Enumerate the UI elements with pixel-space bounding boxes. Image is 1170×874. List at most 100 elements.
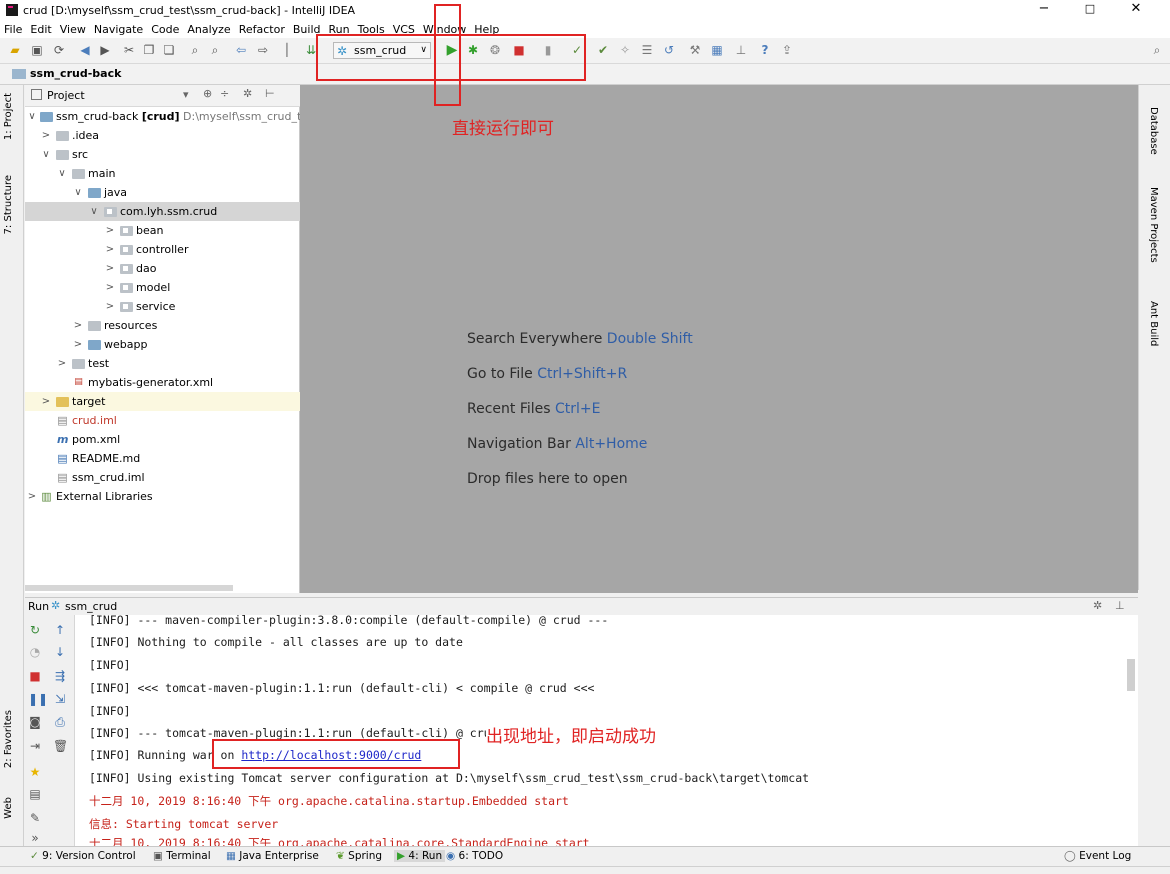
menu-navigate[interactable]: Navigate [94,23,143,36]
tree-item-idea[interactable]: > .idea [25,126,300,145]
collapse-all-icon[interactable]: ÷ [220,87,229,100]
package-icon [120,264,133,274]
favorites-star-icon[interactable]: ★ [28,765,42,779]
menu-file[interactable]: File [4,23,22,36]
vcs-history-icon[interactable]: ☰ [640,43,654,57]
vcs-compare-icon[interactable]: ✧ [618,43,632,57]
scroll-to-end-icon[interactable]: ⇲ [53,692,67,706]
horizontal-scrollbar[interactable] [25,585,233,591]
menu-edit[interactable]: Edit [30,23,51,36]
pin-icon[interactable]: ✎ [28,811,42,825]
sdk-icon[interactable]: ⊥ [734,43,748,57]
tree-item-ssm-crud-iml[interactable]: ▤ ssm_crud.iml [25,468,300,487]
console-scrollbar-thumb[interactable] [1127,659,1135,691]
layout-icon[interactable]: ▤ [28,787,42,801]
tab-web[interactable]: Web [3,797,14,819]
project-structure-icon[interactable]: ⚒ [688,43,702,57]
tree-item-crud-iml[interactable]: ▤ crud.iml [25,411,300,430]
tab-version-control[interactable]: ✓ 9: Version Control [30,850,136,862]
tab-structure[interactable]: 7: Structure [3,175,14,234]
tree-item-package-selected[interactable]: ∨ com.lyh.ssm.crud [25,202,300,221]
menu-analyze[interactable]: Analyze [187,23,230,36]
save-icon[interactable]: ▣ [30,43,44,57]
tree-item-dao[interactable]: > dao [25,259,300,278]
maximize-button[interactable]: □ [1072,0,1108,20]
pause-icon[interactable]: ❚❚ [28,692,48,706]
tree-label: External Libraries [56,490,153,503]
close-button[interactable]: ✕ [1118,0,1154,20]
tab-todo[interactable]: ◉ 6: TODO [446,850,503,862]
navigate-back-icon[interactable]: ⇦ [234,43,248,57]
tree-item-pom[interactable]: m pom.xml [25,430,300,449]
rerun-icon[interactable]: ↻ [28,623,42,637]
scroll-from-source-icon[interactable]: ⊕ [203,87,212,100]
tab-database[interactable]: Database [1148,107,1159,155]
menu-view[interactable]: View [60,23,86,36]
vcs-commit-icon[interactable]: ✔ [596,43,610,57]
navigate-forward-icon[interactable]: ⇨ [256,43,270,57]
forward-icon[interactable]: ▶ [98,43,112,57]
tab-favorites[interactable]: 2: Favorites [3,710,14,768]
pause-output-icon[interactable]: ◔ [28,645,42,659]
hide-icon[interactable]: ⊢ [265,87,275,100]
tree-item-main[interactable]: ∨ main [25,164,300,183]
tree-item-bean[interactable]: > bean [25,221,300,240]
tab-terminal[interactable]: ▣ Terminal [153,850,211,862]
tree-item-target[interactable]: > target [25,392,300,411]
tab-ant-build[interactable]: Ant Build [1148,301,1159,346]
dropdown-icon[interactable]: ▾ [183,88,189,101]
soft-wrap-icon[interactable]: ⇶ [53,669,67,683]
back-icon[interactable]: ◀ [78,43,92,57]
run-tab-config[interactable]: ssm_crud [65,600,117,613]
tree-item-mybatis-generator[interactable]: ▤ mybatis-generator.xml [25,373,300,392]
tree-item-model[interactable]: > model [25,278,300,297]
gear-icon[interactable]: ✲ [243,87,252,100]
hint-text: Go to File [467,366,533,382]
hide-panel-icon[interactable]: ⊥ [1115,599,1125,612]
sync-icon[interactable]: ⟳ [52,43,66,57]
tab-java-enterprise[interactable]: ▦ Java Enterprise [226,850,319,862]
tree-item-test[interactable]: > test [25,354,300,373]
tree-item-resources[interactable]: > resources [25,316,300,335]
event-log-button[interactable]: ◯ Event Log [1064,850,1131,862]
copy-icon[interactable]: ❐ [142,43,156,57]
tree-item-external-libraries[interactable]: > ▥ External Libraries [25,487,300,506]
settings-icon[interactable]: ▦ [710,43,724,57]
replace-icon[interactable]: ⌕ [208,43,222,57]
tree-item-src[interactable]: ∨ src [25,145,300,164]
tab-spring[interactable]: ❦ Spring [336,850,382,862]
find-icon[interactable]: ⌕ [188,43,202,57]
print-icon[interactable]: ⎙ [53,715,67,729]
help-icon[interactable]: ? [758,43,772,57]
clear-all-icon[interactable]: 🗑 [53,739,68,753]
revert-icon[interactable]: ↺ [662,43,676,57]
tree-item-readme[interactable]: ▤ README.md [25,449,300,468]
down-arrow-icon[interactable]: ↓ [53,645,67,659]
up-arrow-icon[interactable]: ↑ [53,623,67,637]
project-view-select[interactable]: Project [47,89,85,102]
cut-icon[interactable]: ✂ [122,43,136,57]
tree-item-controller[interactable]: > controller [25,240,300,259]
tab-project[interactable]: 1: Project [3,93,14,140]
minimize-button[interactable]: − [1026,0,1062,20]
breadcrumb-project[interactable]: ssm_crud-back [12,67,121,80]
xml-file-icon: ▤ [74,377,83,387]
exit-icon[interactable]: ⇥ [28,739,42,753]
gear-icon[interactable]: ✲ [1093,599,1102,612]
tree-item-service[interactable]: > service [25,297,300,316]
tree-item-webapp[interactable]: > webapp [25,335,300,354]
menu-refactor[interactable]: Refactor [239,23,285,36]
menu-code[interactable]: Code [151,23,179,36]
tree-item-java[interactable]: ∨ java [25,183,300,202]
stop-icon[interactable]: ■ [28,669,42,683]
tree-item-root[interactable]: ∨ ssm_crud-back [crud] D:\myself\ssm_cru… [25,107,300,126]
tab-run[interactable]: ▶ 4: Run [394,850,446,862]
expand-icon[interactable]: » [28,831,42,845]
paste-icon[interactable]: ❏ [162,43,176,57]
search-icon[interactable]: ⌕ [1150,43,1164,57]
open-folder-icon[interactable]: ▰ [8,43,22,57]
package-icon [120,245,133,255]
tab-maven-projects[interactable]: Maven Projects [1148,187,1159,263]
dump-threads-icon[interactable]: ◙ [28,715,42,729]
upload-icon[interactable]: ⇪ [780,43,794,57]
